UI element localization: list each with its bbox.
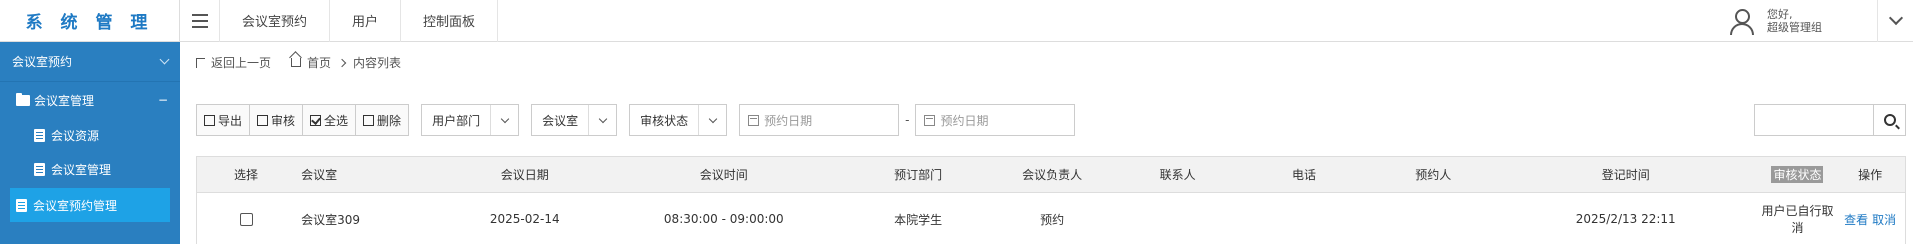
select-all-button[interactable]: 全选: [303, 105, 357, 135]
date-end-input[interactable]: 预约日期: [915, 104, 1076, 136]
col-header-phone: 电话: [1292, 168, 1317, 182]
date-start-input[interactable]: 预约日期: [739, 104, 900, 136]
dept-filter-label: 用户部门: [432, 113, 481, 128]
toolbar: 导出 审核 全选 删除 用户部门 会议室 审核状态 预约日期 - 预约日期: [196, 104, 1076, 136]
export-button[interactable]: 导出: [197, 105, 251, 135]
sidebar-item-label: 会议室管理: [51, 162, 112, 177]
cell-registered: 2025/2/13 22:11: [1575, 212, 1676, 226]
document-icon: [34, 162, 45, 176]
sidebar-item-booking-management[interactable]: 会议室预约管理: [10, 188, 170, 222]
sidebar-item-label: 会议室预约管理: [33, 198, 118, 213]
row-select-cell: [197, 212, 295, 226]
tab-control-panel[interactable]: 控制面板: [401, 0, 499, 42]
sidebar-group-label: 会议室预约: [12, 55, 73, 69]
audit-button[interactable]: 审核: [250, 105, 304, 135]
col-header-date: 会议日期: [500, 168, 549, 182]
user-greeting: 您好,: [1767, 8, 1793, 21]
col-header-room: 会议室: [301, 168, 338, 182]
sidebar-item-resources[interactable]: 会议资源: [0, 118, 180, 152]
home-icon: [291, 58, 302, 67]
user-role: 超级管理组: [1767, 21, 1822, 34]
col-header-dept: 预订部门: [894, 168, 943, 182]
col-header-status-label: 审核状态: [1771, 166, 1824, 183]
cell-owner: 预约: [1040, 212, 1065, 227]
date-start-placeholder: 预约日期: [764, 113, 813, 128]
breadcrumb: 返回上一页 首页 内容列表: [196, 54, 401, 71]
cell-actions: 查看 取消: [1835, 211, 1905, 228]
breadcrumb-current: 内容列表: [353, 56, 402, 70]
cell-room: 会议室309: [301, 212, 361, 227]
export-label: 导出: [218, 113, 243, 128]
status-filter-select[interactable]: 审核状态: [629, 104, 728, 136]
folder-icon: [16, 92, 30, 106]
tab-users[interactable]: 用户: [330, 0, 402, 42]
export-icon: [204, 114, 215, 126]
room-filter-select[interactable]: 会议室: [531, 104, 618, 136]
delete-button[interactable]: 删除: [356, 105, 409, 135]
table-row: 会议室309 2025-02-14 08:30:00 - 09:00:00 本院…: [197, 193, 1905, 244]
col-header-contact: 联系人: [1159, 168, 1196, 182]
col-header-booker: 预约人: [1415, 168, 1452, 182]
calendar-icon: [924, 114, 936, 126]
sidebar-group-booking[interactable]: 会议室预约: [0, 42, 180, 82]
sidebar-item-room-management[interactable]: 会议室管理: [0, 152, 180, 186]
chevron-down-icon: [698, 105, 726, 135]
collapse-icon: −: [157, 93, 168, 107]
calendar-icon: [748, 114, 760, 126]
chevron-right-icon: [337, 58, 347, 67]
tab-room-booking[interactable]: 会议室预约: [220, 0, 331, 42]
col-header-select: 选择: [234, 168, 259, 182]
search-input[interactable]: [1754, 104, 1874, 136]
sidebar-item-label: 会议资源: [51, 128, 100, 143]
dept-filter-select[interactable]: 用户部门: [421, 104, 520, 136]
col-header-registered: 登记时间: [1601, 168, 1650, 182]
check-icon: [310, 114, 322, 126]
col-header-time: 会议时间: [699, 168, 748, 182]
chevron-down-icon: [159, 54, 170, 65]
booking-table: 选择 会议室 会议日期 会议时间 预订部门 会议负责人 联系人 电话 预约人 登…: [196, 156, 1906, 244]
room-filter-label: 会议室: [542, 113, 579, 128]
date-range-separator: -: [905, 113, 910, 127]
audit-label: 审核: [271, 113, 296, 128]
action-button-group: 导出 审核 全选 删除: [196, 104, 410, 136]
date-end-placeholder: 预约日期: [940, 113, 989, 128]
breadcrumb-home-link[interactable]: 首页: [307, 54, 331, 71]
top-nav: 会议室预约 用户 控制面板 您好, 超级管理组: [180, 0, 1913, 42]
cell-time: 08:30:00 - 09:00:00: [663, 212, 784, 226]
document-icon: [16, 198, 27, 212]
back-arrow-icon: [196, 57, 205, 68]
sidebar-sub-room-management[interactable]: 会议室管理 −: [0, 82, 180, 118]
trash-icon: [363, 114, 375, 126]
document-icon: [34, 128, 45, 142]
brand-header: 系 统 管 理: [0, 0, 180, 42]
col-header-actions: 操作: [1858, 168, 1883, 182]
audit-icon: [257, 114, 269, 126]
user-menu[interactable]: 您好, 超级管理组: [1727, 0, 1913, 42]
chevron-down-icon: [490, 105, 518, 135]
user-icon: [1727, 7, 1755, 35]
table-header: 选择 会议室 会议日期 会议时间 预订部门 会议负责人 联系人 电话 预约人 登…: [197, 157, 1905, 193]
delete-label: 删除: [377, 113, 402, 128]
cancel-link[interactable]: 取消: [1872, 211, 1896, 228]
brand-title: 系 统 管 理: [25, 13, 154, 33]
col-header-status: 审核状态: [1760, 166, 1835, 183]
view-link[interactable]: 查看: [1844, 211, 1868, 228]
breadcrumb-back-link[interactable]: 返回上一页: [211, 54, 271, 71]
cell-date: 2025-02-14: [489, 212, 560, 226]
chevron-down-icon: [588, 105, 616, 135]
status-filter-label: 审核状态: [640, 113, 689, 128]
cell-dept: 本院学生: [894, 212, 943, 227]
select-all-label: 全选: [324, 113, 349, 128]
sidebar-sub-label: 会议室管理: [34, 93, 95, 108]
sidebar: 系 统 管 理 会议室预约 会议室管理 − 会议资源 会议室管理 会议室预约管理: [0, 0, 180, 244]
user-dropdown-chevron-icon[interactable]: [1877, 0, 1913, 42]
cell-status: 用户已自行取消: [1761, 204, 1834, 235]
user-info: 您好, 超级管理组: [1767, 8, 1877, 34]
col-header-owner: 会议负责人: [1022, 168, 1083, 182]
menu-toggle-icon[interactable]: [180, 0, 220, 42]
search-button[interactable]: [1874, 104, 1906, 136]
search-icon: [1883, 114, 1896, 126]
row-checkbox[interactable]: [239, 212, 253, 226]
